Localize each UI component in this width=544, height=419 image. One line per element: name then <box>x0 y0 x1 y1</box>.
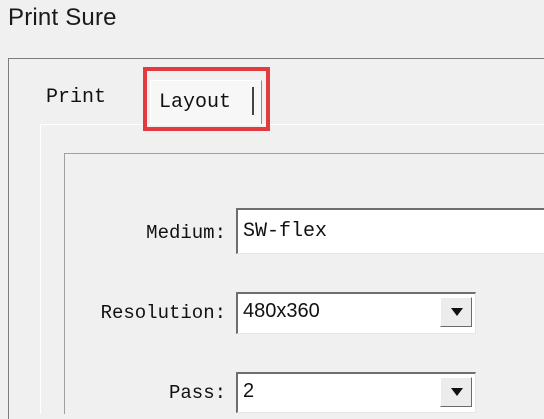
chevron-down-icon <box>451 388 463 396</box>
resolution-dropdown-button[interactable] <box>440 297 472 327</box>
chevron-down-icon <box>451 308 463 316</box>
resolution-select[interactable]: 480x360 <box>236 292 476 334</box>
tab-print[interactable]: Print <box>46 86 106 109</box>
pass-label: Pass: <box>168 382 226 404</box>
pass-select[interactable]: 2 <box>236 372 476 413</box>
resolution-value: 480x360 <box>243 300 320 322</box>
medium-label: Medium: <box>146 222 226 244</box>
medium-field[interactable]: SW-flex <box>236 208 544 254</box>
window-title: Print Sure <box>8 4 117 31</box>
medium-value: SW-flex <box>243 220 328 243</box>
highlight-box <box>143 67 270 131</box>
pass-dropdown-button[interactable] <box>440 377 472 407</box>
resolution-label: Resolution: <box>100 302 226 324</box>
pass-value: 2 <box>243 380 255 402</box>
title-bar: Print Sure <box>0 0 544 38</box>
